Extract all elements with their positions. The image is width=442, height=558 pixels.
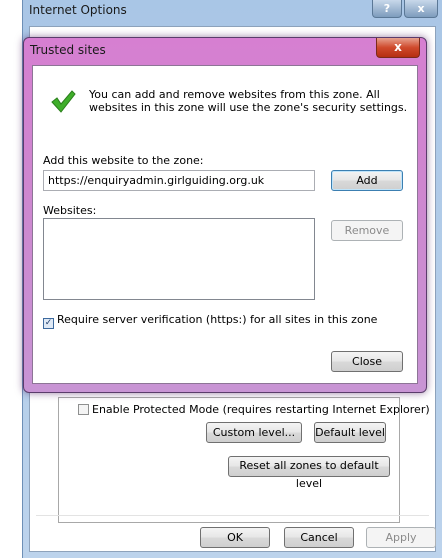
default-level-button[interactable]: Default level bbox=[314, 422, 386, 443]
protected-mode-label: Enable Protected Mode (requires restarti… bbox=[92, 403, 430, 416]
dialog-body: You can add and remove websites from thi… bbox=[32, 65, 418, 384]
apply-button[interactable]: Apply bbox=[366, 527, 436, 548]
require-https-label: Require server verification (https:) for… bbox=[57, 313, 378, 326]
reset-all-zones-button[interactable]: Reset all zones to default level bbox=[228, 456, 390, 490]
info-text: You can add and remove websites from thi… bbox=[89, 88, 408, 114]
require-https-checkbox[interactable]: ✓ bbox=[43, 318, 54, 329]
protected-mode-checkbox[interactable] bbox=[78, 404, 89, 415]
checkmark-icon bbox=[51, 90, 76, 113]
remove-button[interactable]: Remove bbox=[331, 220, 403, 241]
custom-level-button[interactable]: Custom level... bbox=[206, 422, 302, 443]
websites-label: Websites: bbox=[43, 204, 97, 217]
cancel-button[interactable]: Cancel bbox=[284, 527, 354, 548]
website-url-input[interactable] bbox=[43, 170, 315, 191]
divider bbox=[36, 515, 429, 516]
ok-button[interactable]: OK bbox=[200, 527, 270, 548]
close-button[interactable]: Close bbox=[331, 351, 403, 372]
protected-mode-row[interactable]: Enable Protected Mode (requires restarti… bbox=[78, 403, 430, 416]
help-button[interactable]: ? bbox=[372, 0, 402, 18]
dialog-close-x-button[interactable]: x bbox=[376, 38, 420, 58]
require-https-row[interactable]: ✓ Require server verification (https:) fo… bbox=[43, 313, 377, 329]
websites-list[interactable] bbox=[43, 218, 315, 300]
window-title: Internet Options bbox=[29, 3, 127, 17]
trusted-sites-dialog: Trusted sites x You can add and remove w… bbox=[23, 37, 427, 393]
add-website-label: Add this website to the zone: bbox=[43, 154, 204, 167]
window-close-button[interactable]: x bbox=[404, 0, 438, 18]
add-button[interactable]: Add bbox=[331, 170, 403, 191]
dialog-title: Trusted sites bbox=[30, 43, 106, 57]
